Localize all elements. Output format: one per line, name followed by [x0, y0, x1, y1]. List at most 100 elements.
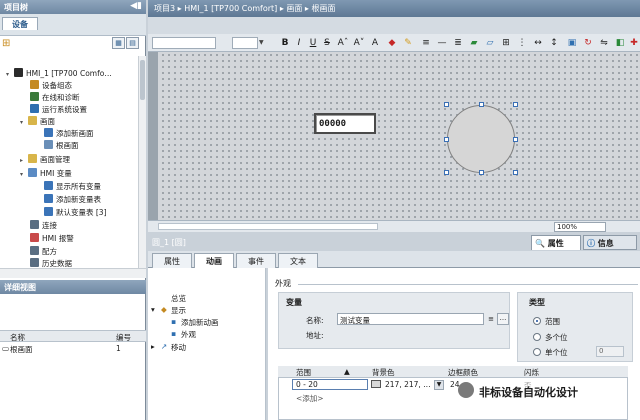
nav-overview[interactable]: 总览 [171, 293, 186, 304]
tree-item-runtime-settings[interactable]: 运行系统设置 [30, 104, 87, 116]
expand-arrow-icon[interactable]: ▾ [151, 305, 155, 314]
same-width-icon[interactable]: ↔ [532, 36, 544, 50]
layers-icon[interactable]: ◧ [614, 36, 626, 50]
font-shrink-button[interactable]: A˅ [352, 36, 366, 50]
tree-item-add-screen[interactable]: 添加新画面 [44, 128, 94, 140]
tree-item-show-all-tags[interactable]: 显示所有变量 [44, 181, 101, 193]
column-name[interactable]: 名称 [10, 332, 25, 343]
resize-handle[interactable] [513, 137, 518, 142]
tree-item-device-config[interactable]: 设备组态 [30, 80, 72, 92]
collapse-arrow-icon[interactable]: ▾ [20, 169, 28, 181]
browse-button[interactable]: ... [497, 313, 509, 325]
resize-handle[interactable] [479, 102, 484, 107]
resize-handle[interactable] [444, 102, 449, 107]
underline-button[interactable]: U [308, 36, 318, 50]
column-range[interactable]: 范围 [296, 367, 311, 378]
tree-item-connections[interactable]: 连接 [30, 220, 57, 232]
column-border-color[interactable]: 边框颜色 [448, 367, 478, 378]
radio-range[interactable] [533, 317, 541, 325]
detail-view-panel: 详细视图 名称 编号 ▭ 根画面 1 [0, 280, 146, 420]
line-width-icon[interactable]: ≣ [452, 36, 464, 50]
italic-button[interactable]: I [294, 36, 304, 50]
expand-arrow-icon[interactable]: ▸ [20, 155, 28, 167]
column-number[interactable]: 编号 [116, 332, 131, 343]
fill-color-icon[interactable]: ◆ [386, 36, 398, 50]
screen-canvas[interactable] [148, 52, 640, 220]
tree-item-hmi-alarms[interactable]: HMI 报警 [30, 233, 74, 245]
line-style-icon[interactable]: — [436, 36, 448, 50]
tab-properties[interactable]: 🔍 属性 [531, 235, 581, 250]
bold-button[interactable]: B [280, 36, 290, 50]
column-blink[interactable]: 闪烁 [524, 367, 539, 378]
tree-item-screen-management[interactable]: ▸ 画面管理 [20, 154, 70, 166]
collapse-arrow-icon[interactable]: ▾ [20, 117, 28, 129]
resize-handle[interactable] [513, 170, 518, 175]
font-grow-button[interactable]: Aˆ [336, 36, 350, 50]
expand-arrow-icon[interactable]: ▸ [151, 342, 155, 351]
flip-icon[interactable]: ⇋ [598, 36, 610, 50]
resize-handle[interactable] [479, 170, 484, 175]
tree-item-recipes[interactable]: 配方 [30, 246, 57, 258]
table-row[interactable]: ▭ 根画面 1 [0, 343, 146, 355]
more-tools-icon[interactable]: ✚ [628, 36, 640, 50]
project-tree-tabrow: 设备 [0, 14, 146, 36]
arrange-back-icon[interactable]: ▱ [484, 36, 496, 50]
tree-item-online-diagnostics[interactable]: 在线和诊断 [30, 92, 80, 104]
canvas-status-bar: 100% [148, 220, 640, 232]
scroll-thumb[interactable] [140, 60, 145, 100]
text-color-icon[interactable]: A [370, 36, 380, 50]
nav-appearance[interactable]: 外观 [181, 329, 196, 340]
tree-item-default-tag-table[interactable]: 默认变量表 [3] [44, 207, 107, 219]
tree-item-label: 显示所有变量 [56, 182, 101, 191]
tree-item-hmi[interactable]: ▾ HMI_1 [TP700 Comfo… [6, 68, 112, 80]
chevron-down-icon[interactable]: ▼ [434, 380, 444, 390]
resize-handle[interactable] [444, 137, 449, 142]
font-size-select[interactable] [232, 37, 258, 49]
collapse-arrow-icon[interactable]: ▾ [6, 69, 14, 81]
table-view-icon[interactable]: ▦ [112, 37, 125, 49]
radio-multi-bit[interactable] [533, 333, 541, 341]
tree-horizontal-scrollbar[interactable] [0, 268, 146, 278]
collapse-panel-icon[interactable]: ◀▮ [130, 1, 142, 11]
tree-item-add-tag-table[interactable]: 添加新变量表 [44, 194, 101, 206]
subtab-properties[interactable]: 属性 [152, 253, 192, 268]
bit-number-stepper[interactable]: 0 [596, 346, 624, 357]
tree-vertical-scrollbar[interactable] [138, 56, 146, 268]
distribute-icon[interactable]: ⋮ [516, 36, 528, 50]
align-objects-icon[interactable]: ⊞ [500, 36, 512, 50]
group-icon[interactable]: ▣ [566, 36, 578, 50]
nav-add-animation[interactable]: 添加新动画 [181, 317, 219, 328]
canvas-horizontal-scrollbar[interactable] [158, 223, 378, 230]
chevron-down-icon[interactable]: ▼ [259, 37, 269, 49]
tree-item-hmi-tags[interactable]: ▾ HMI 变量 [20, 168, 72, 180]
subtab-events[interactable]: 事件 [236, 253, 276, 268]
nav-display[interactable]: 显示 [171, 305, 186, 316]
sort-asc-icon[interactable]: ▲ [344, 367, 350, 376]
subtab-texts[interactable]: 文本 [278, 253, 318, 268]
same-height-icon[interactable]: ↕ [548, 36, 560, 50]
tab-info[interactable]: ⓘ 信息 [583, 235, 637, 250]
zoom-select[interactable]: 100% [554, 222, 606, 232]
tree-item-root-screen[interactable]: 根画面 [44, 140, 79, 152]
tag-list-icon[interactable]: ≡ [486, 313, 496, 325]
tab-devices[interactable]: 设备 [2, 17, 38, 30]
tree-item-screens[interactable]: ▾ 画面 [20, 116, 55, 128]
subtab-animations[interactable]: 动画 [194, 253, 234, 268]
rotate-icon[interactable]: ↻ [582, 36, 594, 50]
resize-handle[interactable] [513, 102, 518, 107]
background-color-swatch[interactable] [371, 380, 381, 388]
radio-single-bit[interactable] [533, 348, 541, 356]
list-view-icon[interactable]: ▤ [126, 37, 139, 49]
strikethrough-button[interactable]: S [322, 36, 332, 50]
circle-object[interactable] [447, 105, 515, 173]
io-field[interactable]: 00000 [314, 113, 376, 134]
align-left-icon[interactable]: ≡ [420, 36, 432, 50]
add-row[interactable]: <添加> [296, 393, 324, 404]
arrange-front-icon[interactable]: ▰ [468, 36, 480, 50]
nav-movement[interactable]: 移动 [171, 342, 186, 353]
column-background-color[interactable]: 背景色 [372, 367, 395, 378]
tag-name-field[interactable]: 测试变量 [337, 313, 484, 325]
font-select[interactable] [152, 37, 216, 49]
line-color-icon[interactable]: ✎ [402, 36, 414, 50]
resize-handle[interactable] [444, 170, 449, 175]
